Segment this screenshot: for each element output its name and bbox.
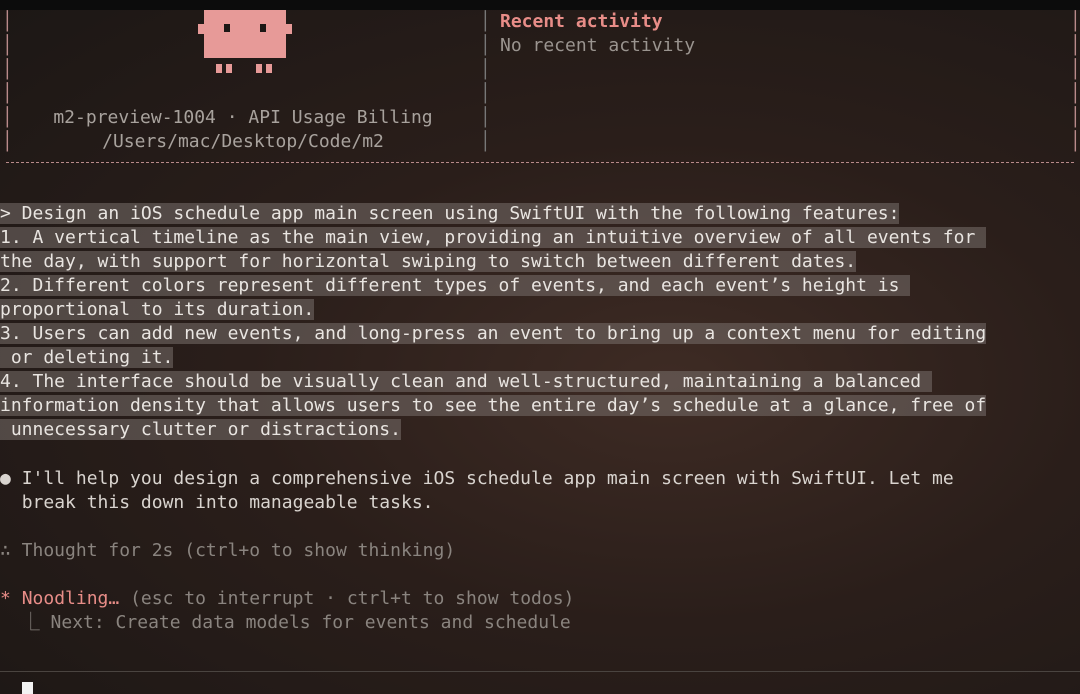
recent-activity-text: No recent activity	[500, 35, 696, 56]
status-line: * Noodling… (esc to interrupt · ctrl+t t…	[0, 587, 574, 611]
prompt-line: 4. The interface should be visually clea…	[0, 371, 932, 392]
status-hint: (esc to interrupt · ctrl+t to show todos…	[130, 588, 575, 609]
prompt-line: > Design an iOS schedule app main screen…	[0, 203, 900, 224]
prompt-line: 3. Users can add new events, and long-pr…	[0, 323, 987, 344]
spinner-icon: *	[0, 588, 11, 609]
box-bottom-border	[6, 162, 1074, 163]
window-top-bar	[0, 0, 1080, 10]
bullet-icon: ●	[0, 468, 11, 489]
response-line: I'll help you design a comprehensive iOS…	[21, 468, 954, 489]
recent-activity-title: Recent activity	[500, 11, 663, 32]
prompt-line: or deleting it.	[0, 347, 174, 368]
project-path: /Users/mac/Desktop/Code/m2	[102, 131, 384, 152]
prompt-line: proportional to its duration.	[0, 299, 315, 320]
project-name: m2-preview-1004 · API Usage Billing	[53, 107, 433, 128]
prompt-line: information density that allows users to…	[0, 395, 987, 416]
next-task: Next: Create data models for events and …	[50, 612, 571, 633]
prompt-line: 1. A vertical timeline as the main view,…	[0, 227, 987, 248]
response-line: break this down into manageable tasks.	[21, 492, 434, 513]
branch-icon: ⎿	[21, 612, 40, 633]
box-right-border: │ │ │ │ │ │	[1070, 11, 1080, 152]
prompt-line: the day, with support for horizontal swi…	[0, 251, 857, 272]
thought-indicator[interactable]: ∴ Thought for 2s (ctrl+o to show thinkin…	[0, 539, 455, 563]
status-label: Noodling…	[21, 588, 120, 609]
prompt-line: unnecessary clutter or distractions.	[0, 419, 401, 440]
box-divider: │ │ │ │ │ │	[480, 11, 491, 152]
input-divider	[0, 671, 1080, 672]
next-task-line: ⎿ Next: Create data models for events an…	[0, 611, 571, 635]
prompt-line: 2. Different colors represent different …	[0, 275, 911, 296]
mascot-icon	[198, 10, 292, 73]
input-cursor[interactable]	[22, 682, 33, 694]
